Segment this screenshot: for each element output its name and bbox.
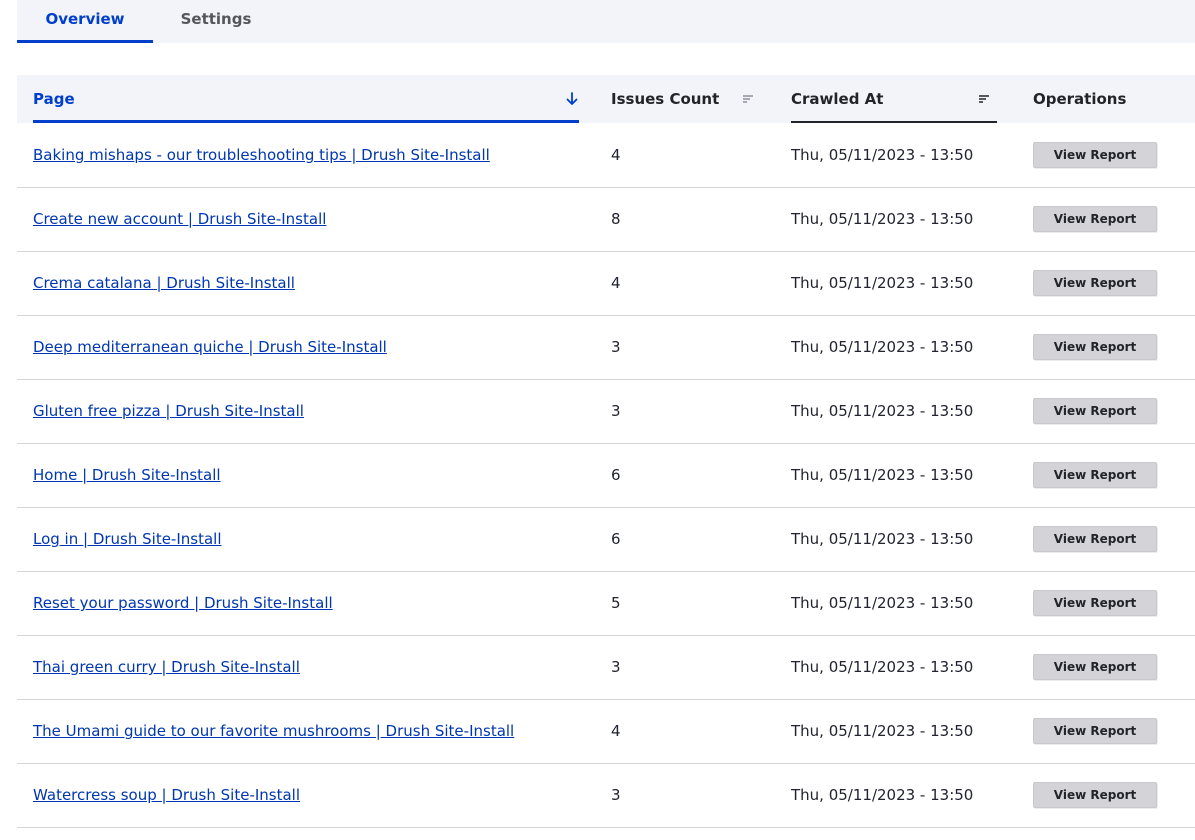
cell-crawled-at: Thu, 05/11/2023 - 13:50 [791, 466, 974, 484]
cell-issues-count: 8 [611, 210, 621, 228]
view-report-button[interactable]: View Report [1033, 782, 1157, 808]
column-header-issues-label: Issues Count [611, 90, 720, 108]
tab-overview[interactable]: Overview [17, 0, 153, 43]
table-row: Log in | Drush Site-Install 6 Thu, 05/11/2… [17, 507, 1195, 571]
page-link[interactable]: Crema catalana | Drush Site-Install [33, 274, 295, 292]
tabs-bar: Overview Settings [17, 0, 1195, 43]
table-row: Create new account | Drush Site-Install 8… [17, 187, 1195, 251]
report-table: Page Issues Count Crawled At Operations … [17, 75, 1195, 828]
cell-operations: View Report [1017, 187, 1195, 251]
cell-issues-count: 5 [611, 594, 621, 612]
cell-operations: View Report [1017, 635, 1195, 699]
page-link[interactable]: Thai green curry | Drush Site-Install [33, 658, 300, 676]
column-header-page[interactable]: Page [17, 75, 595, 123]
cell-page: The Umami guide to our favorite mushroom… [17, 699, 595, 763]
cell-operations: View Report [1017, 123, 1195, 187]
column-header-crawled-label: Crawled At [791, 90, 884, 108]
cell-page: Gluten free pizza | Drush Site-Install [17, 379, 595, 443]
cell-operations: View Report [1017, 507, 1195, 571]
view-report-button[interactable]: View Report [1033, 334, 1157, 360]
view-report-button[interactable]: View Report [1033, 270, 1157, 296]
cell-crawled-at: Thu, 05/11/2023 - 13:50 [791, 658, 974, 676]
view-report-button[interactable]: View Report [1033, 590, 1157, 616]
cell-issues-count: 6 [611, 466, 621, 484]
view-report-button[interactable]: View Report [1033, 718, 1157, 744]
cell-crawled-at: Thu, 05/11/2023 - 13:50 [791, 530, 974, 548]
table-header-row: Page Issues Count Crawled At Operations [17, 75, 1195, 123]
cell-crawled-at: Thu, 05/11/2023 - 13:50 [791, 594, 974, 612]
table-row: The Umami guide to our favorite mushroom… [17, 699, 1195, 763]
cell-operations: View Report [1017, 571, 1195, 635]
page-link[interactable]: The Umami guide to our favorite mushroom… [33, 722, 514, 740]
table-row: Reset your password | Drush Site-Install… [17, 571, 1195, 635]
view-report-button[interactable]: View Report [1033, 462, 1157, 488]
column-header-crawled[interactable]: Crawled At [775, 75, 1017, 123]
table-row: Crema catalana | Drush Site-Install 4 Thu,… [17, 251, 1195, 315]
table-row: Watercress soup | Drush Site-Install 3 Thu… [17, 763, 1195, 827]
cell-page: Create new account | Drush Site-Install [17, 187, 595, 251]
column-header-operations-label: Operations [1033, 90, 1127, 108]
sort-lines-icon [979, 95, 989, 103]
view-report-button[interactable]: View Report [1033, 141, 1157, 168]
table-row: Home | Drush Site-Install 6 Thu, 05/11/202… [17, 443, 1195, 507]
view-report-button[interactable]: View Report [1033, 206, 1157, 232]
cell-page: Deep mediterranean quiche | Drush Site-I… [17, 315, 595, 379]
cell-operations: View Report [1017, 699, 1195, 763]
cell-operations: View Report [1017, 315, 1195, 379]
cell-issues-count: 4 [611, 145, 621, 164]
cell-page: Log in | Drush Site-Install [17, 507, 595, 571]
cell-issues-count: 4 [611, 722, 621, 740]
view-report-button[interactable]: View Report [1033, 654, 1157, 680]
page-link[interactable]: Deep mediterranean quiche | Drush Site-I… [33, 338, 387, 356]
column-header-operations: Operations [1017, 75, 1195, 123]
cell-crawled-at: Thu, 05/11/2023 - 13:50 [791, 722, 974, 740]
view-report-button[interactable]: View Report [1033, 526, 1157, 552]
column-header-page-label: Page [33, 90, 75, 108]
page-link[interactable]: Reset your password | Drush Site-Install [33, 594, 333, 612]
cell-operations: View Report [1017, 763, 1195, 827]
cell-page: Crema catalana | Drush Site-Install [17, 251, 595, 315]
cell-crawled-at: Thu, 05/11/2023 - 13:50 [791, 338, 974, 356]
tab-settings[interactable]: Settings [153, 0, 279, 43]
page-link[interactable]: Baking mishaps - our troubleshooting tip… [33, 146, 490, 164]
cell-operations: View Report [1017, 443, 1195, 507]
arrow-down-icon [566, 92, 578, 105]
cell-issues-count: 3 [611, 658, 621, 676]
cell-crawled-at: Thu, 05/11/2023 - 13:50 [791, 786, 974, 804]
table-row: Thai green curry | Drush Site-Install 3 Th… [17, 635, 1195, 699]
cell-crawled-at: Thu, 05/11/2023 - 13:50 [791, 210, 974, 228]
cell-page: Home | Drush Site-Install [17, 443, 595, 507]
page-link[interactable]: Watercress soup | Drush Site-Install [33, 786, 300, 804]
cell-page: Baking mishaps - our troubleshooting tip… [17, 123, 595, 187]
page-link[interactable]: Home | Drush Site-Install [33, 466, 221, 484]
cell-operations: View Report [1017, 379, 1195, 443]
cell-issues-count: 3 [611, 402, 621, 420]
table-row: Gluten free pizza | Drush Site-Install 3 T… [17, 379, 1195, 443]
cell-issues-count: 3 [611, 786, 621, 804]
page-link[interactable]: Create new account | Drush Site-Install [33, 210, 326, 228]
page-link[interactable]: Log in | Drush Site-Install [33, 530, 222, 548]
cell-page: Watercress soup | Drush Site-Install [17, 763, 595, 827]
cell-page: Reset your password | Drush Site-Install [17, 571, 595, 635]
cell-issues-count: 6 [611, 530, 621, 548]
cell-crawled-at: Thu, 05/11/2023 - 13:50 [791, 274, 974, 292]
view-report-button[interactable]: View Report [1033, 398, 1157, 424]
cell-issues-count: 4 [611, 274, 621, 292]
table-row: Deep mediterranean quiche | Drush Site-I… [17, 315, 1195, 379]
column-header-issues[interactable]: Issues Count [595, 75, 775, 123]
table-row: Baking mishaps - our troubleshooting tip… [17, 123, 1195, 187]
cell-operations: View Report [1017, 251, 1195, 315]
cell-page: Thai green curry | Drush Site-Install [17, 635, 595, 699]
cell-crawled-at: Thu, 05/11/2023 - 13:50 [791, 402, 974, 420]
cell-crawled-at: Thu, 05/11/2023 - 13:50 [791, 145, 974, 164]
sort-lines-icon [743, 95, 753, 103]
cell-issues-count: 3 [611, 338, 621, 356]
page-link[interactable]: Gluten free pizza | Drush Site-Install [33, 402, 304, 420]
